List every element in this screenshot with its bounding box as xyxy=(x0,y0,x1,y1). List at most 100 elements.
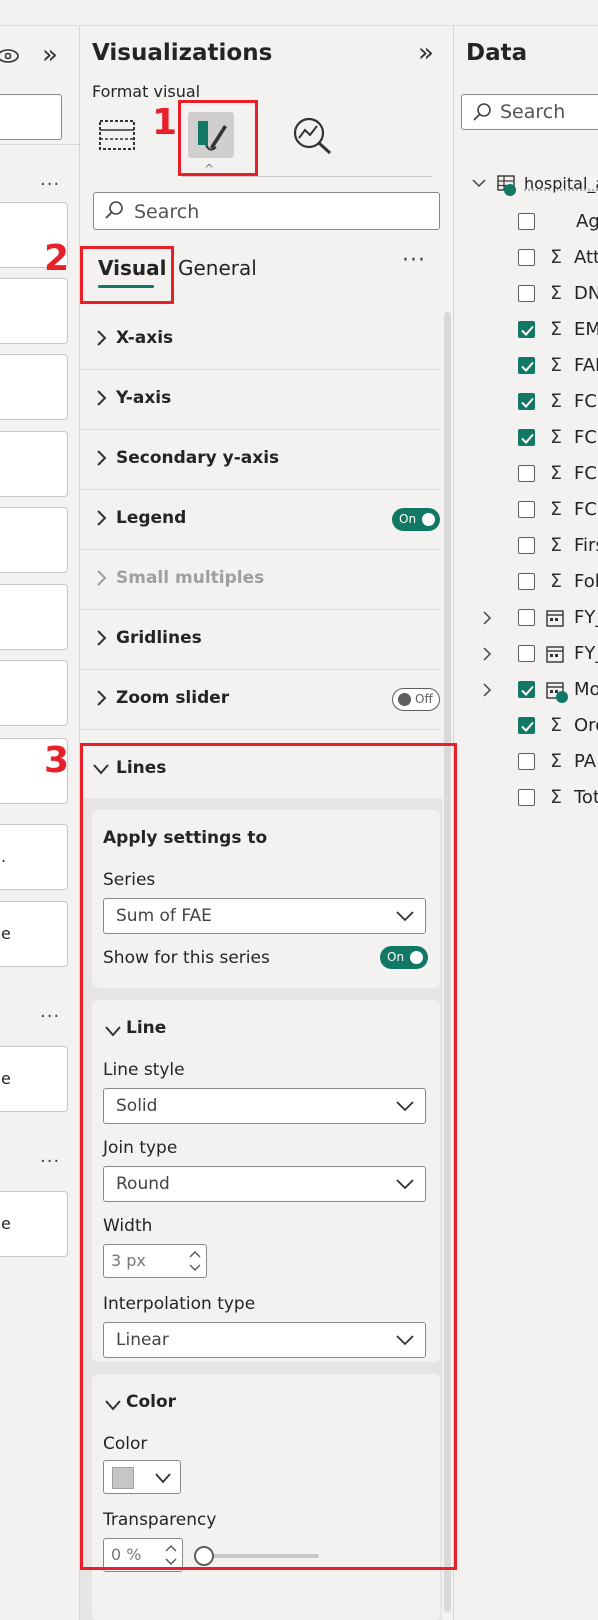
field-checkbox[interactable] xyxy=(518,393,535,410)
chevron-right-icon[interactable] xyxy=(482,647,492,661)
calendar-icon xyxy=(546,646,564,663)
field-name: PA xyxy=(574,751,597,772)
field-row[interactable]: Σ FCI xyxy=(454,390,598,414)
field-checkbox[interactable] xyxy=(518,645,535,662)
check-badge-icon xyxy=(504,184,516,196)
format-search-input[interactable]: Search xyxy=(93,192,440,230)
field-name: Ag xyxy=(576,211,598,232)
field-checkbox[interactable] xyxy=(518,357,535,374)
filter-card[interactable] xyxy=(0,354,68,420)
chevron-right-icon xyxy=(97,390,107,406)
field-name: FY_ xyxy=(574,607,598,628)
field-checkbox[interactable] xyxy=(518,717,535,734)
field-name: Firs xyxy=(574,535,598,556)
top-bar xyxy=(0,0,598,26)
check-badge-icon xyxy=(556,691,568,703)
chevron-right-icon xyxy=(97,690,107,706)
field-row[interactable]: Σ Firs xyxy=(454,534,598,558)
collapse-pane-icon[interactable]: » xyxy=(418,38,434,68)
filter-card[interactable]: e xyxy=(0,1046,68,1112)
more-options-icon[interactable]: ··· xyxy=(402,248,426,273)
calendar-icon xyxy=(546,610,564,627)
search-icon xyxy=(473,103,491,121)
field-checkbox[interactable] xyxy=(518,429,535,446)
section-small-multiples[interactable]: Small multiples xyxy=(80,550,442,610)
field-name: Tot xyxy=(574,787,598,808)
field-row[interactable]: Σ Ord xyxy=(454,714,598,738)
field-checkbox[interactable] xyxy=(518,249,535,266)
field-checkbox[interactable] xyxy=(518,681,535,698)
filter-card[interactable] xyxy=(0,660,68,726)
eye-icon[interactable] xyxy=(0,46,24,66)
field-checkbox[interactable] xyxy=(518,213,535,230)
field-name: FCI xyxy=(574,391,598,412)
analytics-icon[interactable] xyxy=(292,116,334,156)
filter-card[interactable] xyxy=(0,278,68,344)
field-name: FAI xyxy=(574,355,598,376)
field-checkbox[interactable] xyxy=(518,285,535,302)
field-checkbox[interactable] xyxy=(518,753,535,770)
pane-title: Data xyxy=(466,40,528,66)
filter-card[interactable]: . xyxy=(0,824,68,890)
field-name: FY_ xyxy=(574,643,598,664)
sigma-icon: Σ xyxy=(550,498,563,520)
field-checkbox[interactable] xyxy=(518,465,535,482)
zoom-slider-toggle[interactable]: Off xyxy=(392,688,440,711)
tab-general[interactable]: General xyxy=(178,256,257,280)
field-name: Fol xyxy=(574,571,598,592)
section-gridlines[interactable]: Gridlines xyxy=(80,610,442,670)
field-checkbox[interactable] xyxy=(518,537,535,554)
chevron-right-icon xyxy=(97,330,107,346)
field-row[interactable]: FY_ xyxy=(454,642,598,666)
chevron-down-icon[interactable] xyxy=(472,178,486,188)
field-checkbox[interactable] xyxy=(518,321,535,338)
section-secondary-y-axis[interactable]: Secondary y-axis xyxy=(80,430,442,490)
section-zoom-slider[interactable]: Zoom slider Off xyxy=(80,670,442,730)
field-row[interactable]: Σ DN xyxy=(454,282,598,306)
section-x-axis[interactable]: X-axis xyxy=(80,310,442,370)
section-y-axis[interactable]: Y-axis xyxy=(80,370,442,430)
field-checkbox[interactable] xyxy=(518,609,535,626)
chevron-right-icon[interactable] xyxy=(482,683,492,697)
legend-toggle[interactable]: On xyxy=(392,508,440,531)
more-options-icon[interactable]: ··· xyxy=(40,1006,60,1027)
filter-card[interactable]: e xyxy=(0,901,68,967)
field-row[interactable]: Σ Tot xyxy=(454,786,598,810)
field-row[interactable]: Σ Fol xyxy=(454,570,598,594)
filter-card[interactable] xyxy=(0,431,68,497)
field-checkbox[interactable] xyxy=(518,789,535,806)
field-name: DN xyxy=(574,283,598,304)
sigma-icon: Σ xyxy=(550,714,563,736)
sigma-icon: Σ xyxy=(550,246,563,268)
section-legend[interactable]: Legend On xyxy=(80,490,442,550)
chevron-right-icon xyxy=(97,450,107,466)
more-options-icon[interactable]: ··· xyxy=(40,1151,60,1172)
annotation-number-3: 3 xyxy=(44,740,70,781)
field-row[interactable]: Σ EM xyxy=(454,318,598,342)
collapse-filters-icon[interactable]: » xyxy=(42,40,58,70)
field-checkbox[interactable] xyxy=(518,573,535,590)
field-row[interactable]: Σ FCI xyxy=(454,498,598,522)
build-visual-icon[interactable] xyxy=(99,118,135,152)
field-row[interactable]: Mo xyxy=(454,678,598,703)
field-row[interactable]: Σ FAI xyxy=(454,354,598,378)
filter-card[interactable] xyxy=(0,507,68,573)
field-row[interactable]: FY_ xyxy=(454,606,598,630)
filter-card[interactable] xyxy=(0,584,68,650)
sigma-icon: Σ xyxy=(550,354,563,376)
filter-search-input[interactable] xyxy=(0,94,62,140)
more-options-icon[interactable]: ··· xyxy=(40,174,60,195)
field-row[interactable]: Σ PA xyxy=(454,750,598,774)
field-row[interactable]: Σ FCI xyxy=(454,426,598,450)
filter-card[interactable]: e xyxy=(0,1191,68,1257)
toggle-knob xyxy=(422,513,435,526)
field-name: Mo xyxy=(574,679,598,700)
table-row[interactable]: hospital_a xyxy=(454,174,598,198)
field-row[interactable]: Σ FCI xyxy=(454,462,598,486)
chevron-right-icon[interactable] xyxy=(482,611,492,625)
field-row[interactable]: Σ Att xyxy=(454,246,598,270)
field-row[interactable]: Ag xyxy=(454,210,598,234)
data-search-input[interactable]: Search xyxy=(461,94,598,130)
field-checkbox[interactable] xyxy=(518,501,535,518)
chevron-right-icon xyxy=(97,510,107,526)
